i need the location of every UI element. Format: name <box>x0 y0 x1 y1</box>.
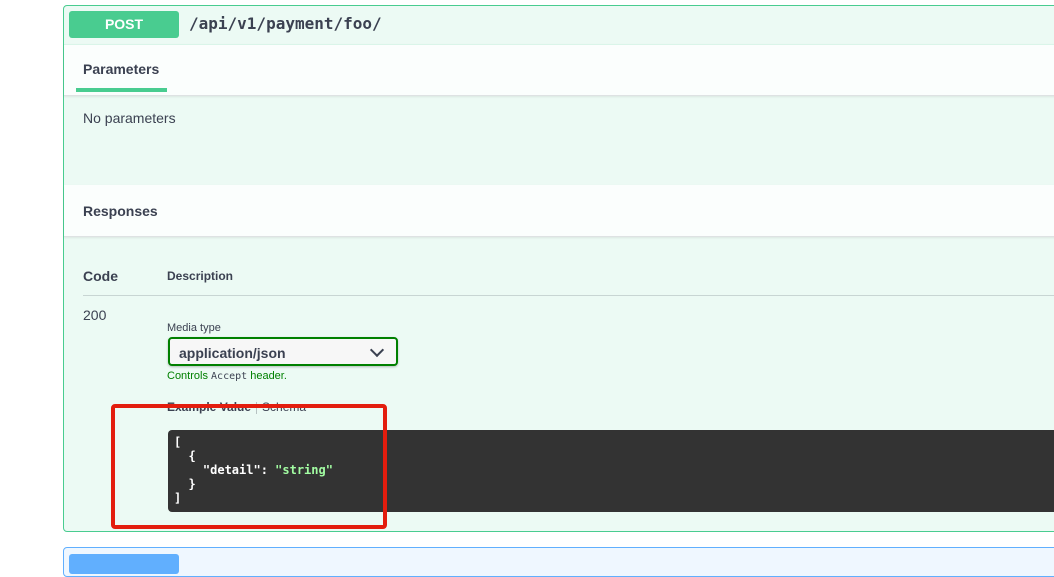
code-key: "detail" <box>202 463 261 477</box>
operation-block-post: POST /api/v1/payment/foo/ Parameters No … <box>63 5 1054 532</box>
controls-accept-note: Controls Accept header. <box>167 370 287 382</box>
media-type-value: application/json <box>179 345 286 361</box>
operation-path: /api/v1/payment/foo/ <box>189 14 382 33</box>
tab-active-indicator <box>76 88 167 92</box>
code-line-1: [ <box>174 435 182 449</box>
responses-header: Responses <box>64 185 1054 237</box>
chevron-down-icon <box>369 342 385 358</box>
next-operation-block[interactable] <box>63 547 1054 577</box>
example-json: [ { "detail": "string" } ] <box>174 435 333 505</box>
media-type-label: Media type <box>167 322 221 334</box>
controls-suffix: header. <box>247 370 287 382</box>
column-header-code: Code <box>83 268 118 284</box>
code-colon: : <box>260 463 276 477</box>
tab-schema[interactable]: Schema <box>262 400 306 414</box>
next-method-badge <box>69 554 179 574</box>
example-code-block: [ { "detail": "string" } ] <box>168 430 1054 512</box>
no-parameters-text: No parameters <box>83 110 176 126</box>
parameters-header: Parameters <box>64 44 1054 96</box>
tab-example-value[interactable]: Example Value <box>167 400 251 414</box>
responses-title: Responses <box>83 203 158 219</box>
code-line-2: { <box>174 449 196 463</box>
table-divider <box>83 295 1054 296</box>
tab-parameters[interactable]: Parameters <box>83 61 159 77</box>
operation-summary[interactable]: POST /api/v1/payment/foo/ <box>64 6 1054 45</box>
code-string-value: "string" <box>275 463 333 477</box>
method-badge: POST <box>69 11 179 38</box>
response-code: 200 <box>83 307 107 323</box>
controls-code: Accept <box>211 371 248 382</box>
code-line-4: } <box>174 477 196 491</box>
controls-prefix: Controls <box>167 370 212 382</box>
example-tabs: Example Value Schema <box>167 400 306 414</box>
code-line-5: ] <box>174 491 182 505</box>
media-type-select[interactable]: application/json <box>168 337 398 366</box>
tab-separator <box>256 401 258 414</box>
column-header-description: Description <box>167 269 234 283</box>
